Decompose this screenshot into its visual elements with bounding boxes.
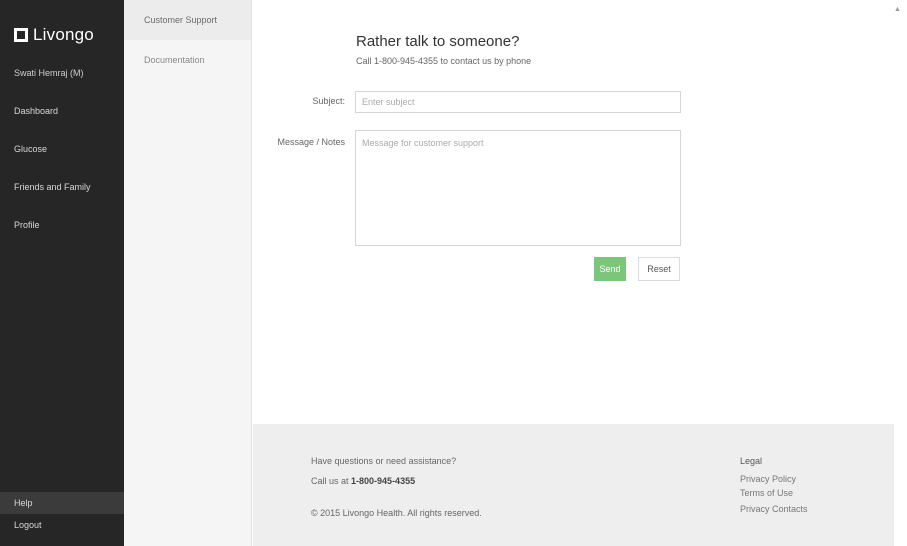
contact-form-panel: Rather talk to someone? Call 1-800-945-4… — [253, 0, 893, 424]
help-submenu: Customer Support Documentation — [124, 0, 252, 546]
subject-input[interactable]: Enter subject — [355, 91, 681, 113]
message-label: Message / Notes — [277, 137, 345, 147]
footer-link-privacy-contacts[interactable]: Privacy Contacts — [740, 504, 808, 514]
sidebar-item-profile[interactable]: Profile — [0, 212, 124, 250]
livongo-logo[interactable]: Livongo — [14, 25, 94, 45]
sidebar-item-help[interactable]: Help — [0, 492, 124, 514]
footer-phone-link[interactable]: 1-800-945-4355 — [351, 476, 415, 486]
brand-name: Livongo — [33, 25, 94, 44]
sidebar-item-friends-family[interactable]: Friends and Family — [0, 174, 124, 212]
livongo-logo-icon — [14, 28, 28, 42]
sidebar-nav: Dashboard Glucose Friends and Family Pro… — [0, 98, 124, 250]
submenu-item-customer-support[interactable]: Customer Support — [124, 0, 251, 40]
footer-legal-title: Legal — [740, 456, 763, 466]
submenu-item-documentation[interactable]: Documentation — [124, 40, 251, 80]
footer-call: Call us at 1-800-945-4355 — [311, 476, 415, 486]
sidebar-bottom: Help Logout — [0, 492, 124, 536]
sidebar-item-logout[interactable]: Logout — [0, 514, 124, 536]
sidebar-item-glucose[interactable]: Glucose — [0, 136, 124, 174]
footer-copyright: © 2015 Livongo Health. All rights reserv… — [311, 508, 482, 518]
footer-link-privacy-policy[interactable]: Privacy Policy — [740, 474, 796, 484]
subject-label: Subject: — [312, 96, 345, 106]
footer: Have questions or need assistance? Call … — [253, 424, 894, 546]
footer-question: Have questions or need assistance? — [311, 456, 457, 466]
send-button[interactable]: Send — [594, 257, 626, 281]
user-name[interactable]: Swati Hemraj (M) — [14, 68, 84, 78]
footer-call-prefix: Call us at — [311, 476, 352, 486]
scroll-up-arrow-icon[interactable]: ▲ — [894, 6, 901, 13]
sidebar-item-dashboard[interactable]: Dashboard — [0, 98, 124, 136]
main-sidebar: Livongo Swati Hemraj (M) Dashboard Gluco… — [0, 0, 124, 546]
message-textarea[interactable]: Message for customer support — [355, 130, 681, 246]
page-title: Rather talk to someone? — [356, 33, 520, 50]
footer-link-terms-of-use[interactable]: Terms of Use — [740, 488, 793, 498]
reset-button[interactable]: Reset — [638, 257, 680, 281]
phone-instruction: Call 1-800-945-4355 to contact us by pho… — [356, 56, 532, 66]
